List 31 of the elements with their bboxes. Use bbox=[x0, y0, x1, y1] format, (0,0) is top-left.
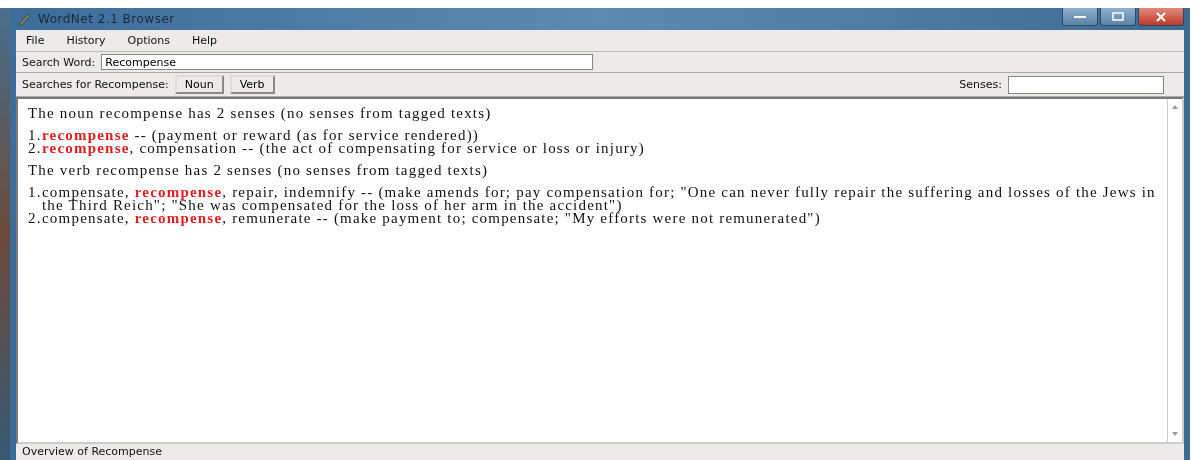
search-type-button[interactable]: Noun bbox=[174, 75, 224, 94]
maximize-button[interactable] bbox=[1100, 8, 1136, 26]
maximize-icon bbox=[1111, 11, 1125, 22]
section-heading: The noun recompense has 2 senses (no senses from tagged texts) bbox=[28, 107, 493, 120]
status-bar: Overview of Recompense bbox=[16, 444, 1184, 460]
search-field[interactable]: Recompense bbox=[101, 54, 594, 70]
search-label: Search Word: bbox=[22, 55, 96, 69]
close-button[interactable] bbox=[1138, 8, 1184, 26]
search-type-button[interactable]: Verb bbox=[229, 75, 275, 94]
sense-definition: compensate, recompense, remunerate -- (make payment to; compensate; "My efforts were not remunerated") bbox=[42, 212, 821, 225]
sense-definition: compensate, recompense, repair, indemnify -- (make amends for; pay compensation for; "One can never fully repair the suffering and losses of the Jews in the Third Reich"; "She was compensated for the loss of her arm in the accident") bbox=[42, 186, 1157, 212]
sense-number: 1. bbox=[28, 186, 42, 200]
sense-definition: recompense -- (payment or reward (as for service rendered)) bbox=[42, 129, 480, 142]
senses-field[interactable] bbox=[1008, 75, 1164, 94]
sense-number: 1. bbox=[28, 129, 42, 142]
close-icon bbox=[1155, 11, 1167, 22]
sense-number: 2. bbox=[28, 142, 42, 155]
sense-definition: recompense, compensation -- (the act of compensating for service or loss or injury) bbox=[42, 142, 645, 155]
pen-icon bbox=[16, 11, 32, 27]
sense-number: 2. bbox=[28, 212, 42, 225]
menu-item[interactable]: Options bbox=[127, 34, 170, 47]
scroll-up-icon[interactable] bbox=[1170, 103, 1180, 111]
window-title: WordNet 2.1 Browser bbox=[38, 12, 175, 26]
senses-label: Senses: bbox=[959, 78, 1002, 91]
searches-label: Searches for Recompense: bbox=[22, 78, 169, 91]
minimize-button[interactable] bbox=[1062, 8, 1098, 26]
menu-item[interactable]: File bbox=[26, 34, 45, 47]
scroll-down-icon[interactable] bbox=[1170, 430, 1180, 438]
section-heading: The verb recompense has 2 senses (no senses from tagged texts) bbox=[28, 164, 490, 177]
menu-item[interactable]: History bbox=[66, 34, 106, 47]
menu-item[interactable]: Help bbox=[192, 34, 218, 47]
